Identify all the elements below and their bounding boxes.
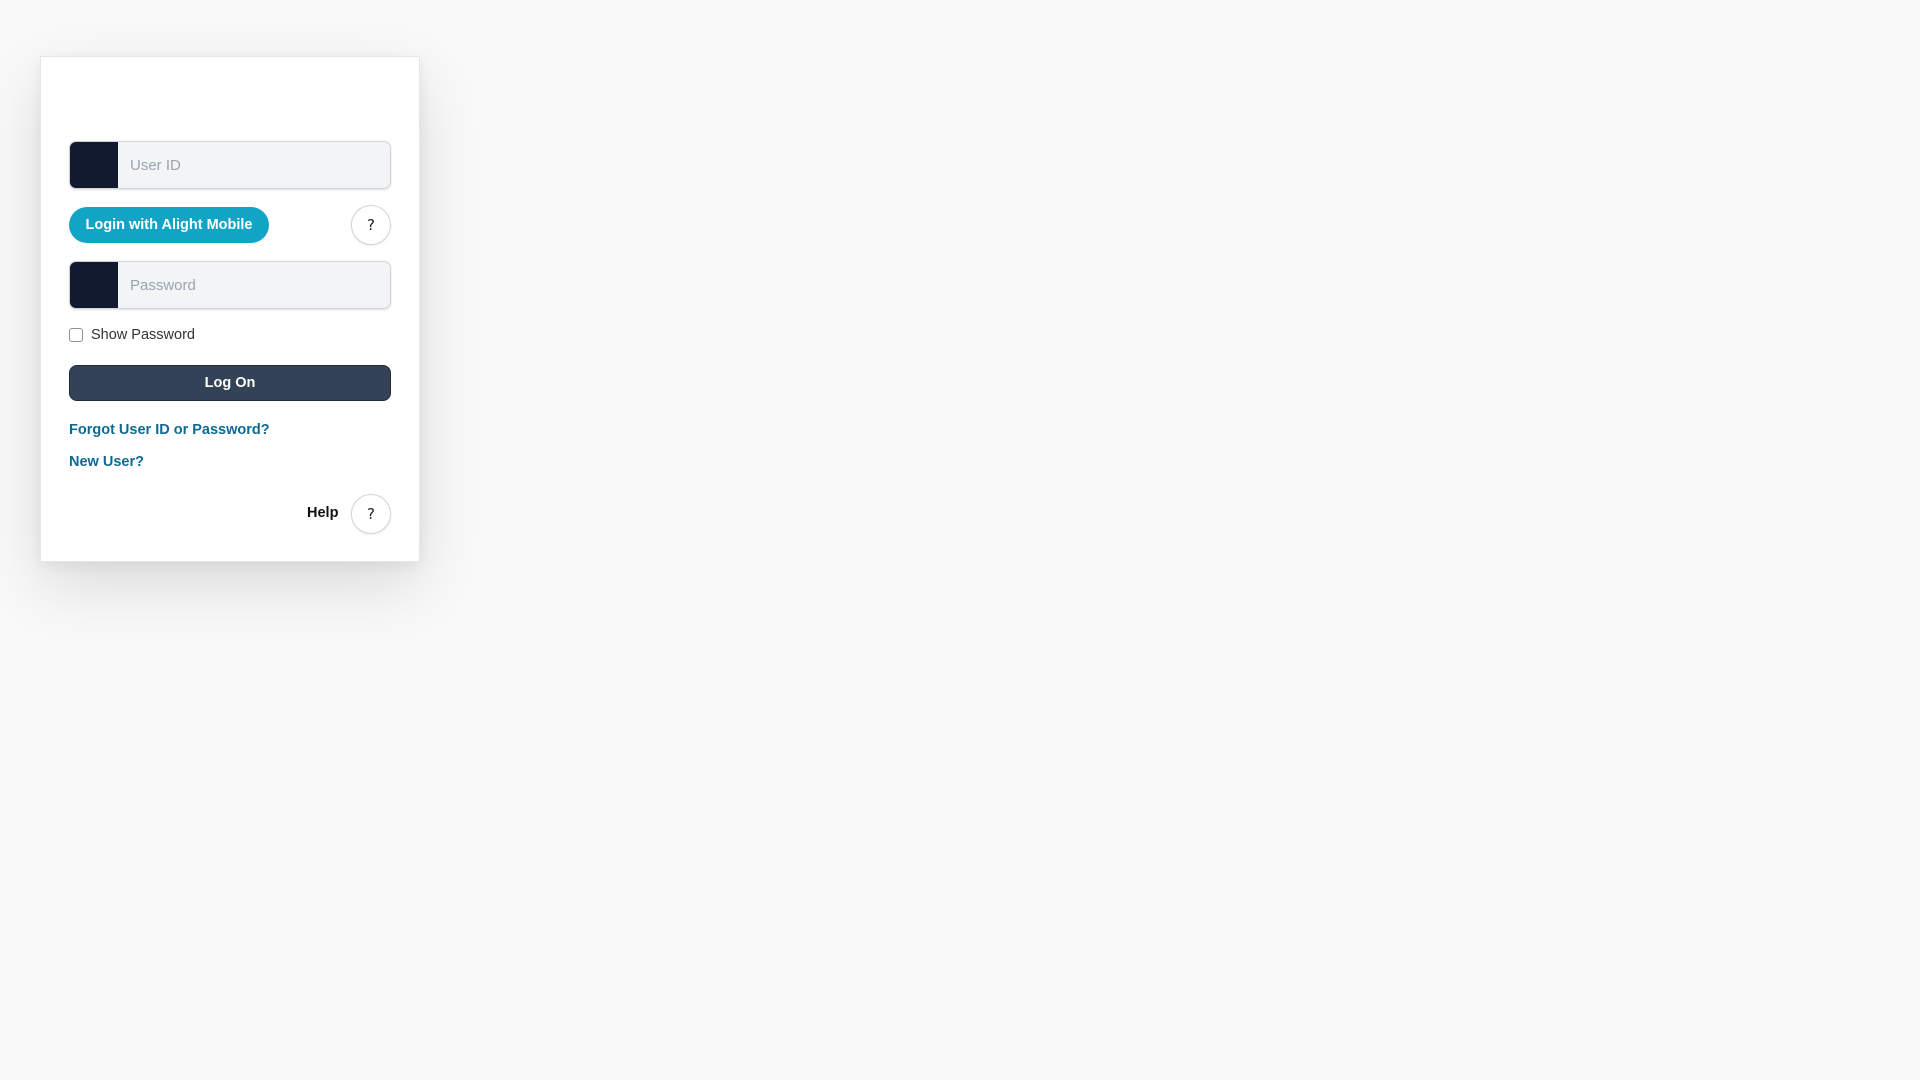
lock-icon — [70, 262, 118, 308]
show-password-row: Show Password — [69, 327, 195, 343]
help-label: Help — [307, 505, 339, 521]
show-password-label[interactable]: Show Password — [91, 327, 195, 343]
password-input[interactable] — [118, 262, 390, 308]
user-icon — [70, 142, 118, 188]
help-icon[interactable]: ? — [351, 494, 391, 534]
password-field[interactable] — [69, 261, 391, 309]
log-on-button[interactable]: Log On — [69, 365, 391, 401]
login-with-alight-mobile-button[interactable]: Login with Alight Mobile — [69, 207, 269, 243]
show-password-checkbox[interactable] — [69, 328, 83, 342]
mobile-login-help-icon[interactable]: ? — [351, 205, 391, 245]
login-card: Login with Alight Mobile ? Show Password… — [40, 56, 420, 562]
forgot-credentials-link[interactable]: Forgot User ID or Password? — [69, 422, 270, 438]
user-id-field[interactable] — [69, 141, 391, 189]
user-id-input[interactable] — [118, 142, 390, 188]
new-user-link[interactable]: New User? — [69, 454, 144, 470]
